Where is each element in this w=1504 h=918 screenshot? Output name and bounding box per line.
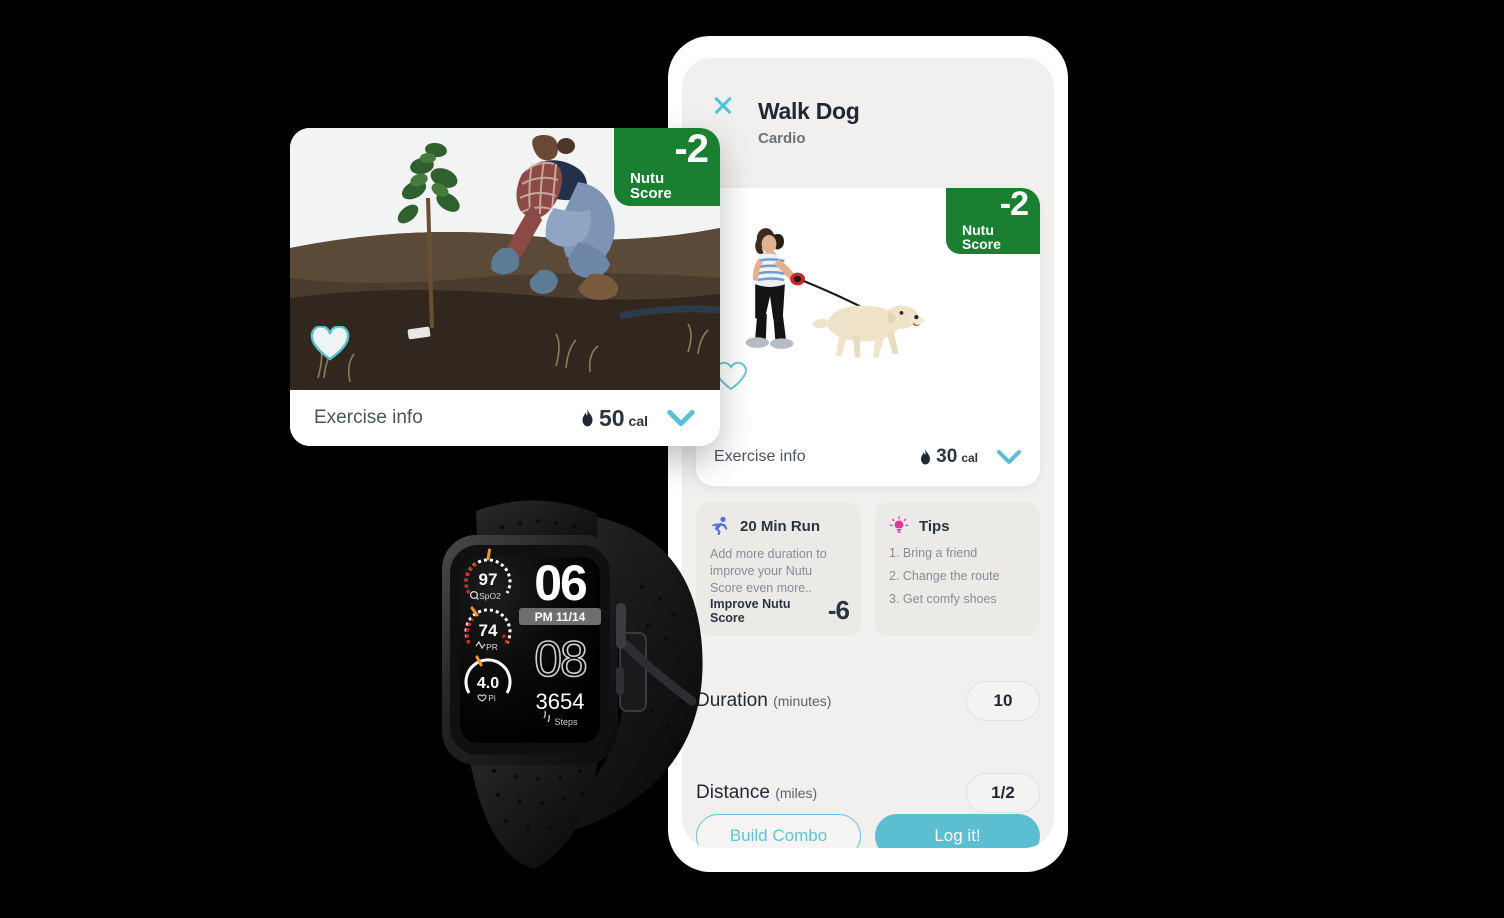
tip-line-2: 2. Change the route	[889, 569, 1000, 583]
svg-text:PR: PR	[486, 642, 498, 652]
smartwatch-render: 97 SpO2 74 PR 4.0 Pi 06 PM 11/14 08 3654…	[442, 500, 703, 869]
improve-score-value: -6	[827, 595, 850, 625]
phone-header: Walk Dog Cardio	[682, 58, 1054, 170]
screenshot-stage: Walk Dog Cardio -2 Nutu Score Exercise i…	[0, 0, 1504, 918]
svg-text:06: 06	[534, 555, 586, 611]
lightbulb-icon	[889, 516, 909, 533]
calorie-value: 30	[936, 446, 958, 467]
svg-text:3654: 3654	[536, 689, 585, 714]
chevron-down-icon[interactable]	[996, 449, 1022, 465]
badge-label: Nutu Score	[630, 170, 672, 202]
nutu-score-badge: -2 Nutu Score	[614, 128, 720, 206]
chevron-down-icon[interactable]	[666, 409, 696, 427]
tip-line-1: 1. Bring a friend	[889, 546, 978, 560]
duration-input[interactable]: 10	[966, 681, 1040, 721]
calorie-value: 50	[598, 404, 625, 431]
duration-unit: (minutes)	[773, 693, 832, 709]
tip-line-3: 3. Get comfy shoes	[889, 592, 997, 606]
tile-title: Tips	[919, 517, 950, 535]
smartwatch-mockup: 97 SpO2 74 PR 4.0 Pi 06 PM 11/14 08 3654…	[390, 475, 760, 895]
svg-text:Pi: Pi	[488, 693, 496, 703]
exercise-card[interactable]: -2 Nutu Score Exercise info 30 cal	[696, 188, 1040, 486]
svg-text:4.0: 4.0	[477, 675, 499, 692]
badge-value: -2	[674, 128, 709, 171]
flame-icon	[921, 448, 931, 464]
tile-tips[interactable]: Tips 1. Bring a friend 2. Change the rou…	[875, 502, 1040, 636]
calorie-readout: 50 cal	[580, 405, 648, 432]
exercise-info-label: Exercise info	[714, 448, 806, 465]
log-it-button[interactable]: Log it!	[875, 814, 1040, 848]
svg-text:Steps: Steps	[554, 717, 578, 727]
heart-filled-icon[interactable]	[310, 326, 350, 362]
close-icon[interactable]	[712, 94, 734, 116]
badge-label: Nutu Score	[962, 222, 1001, 252]
floating-exercise-card[interactable]: -2 Nutu Score Exercise info 50 cal	[290, 128, 720, 446]
svg-text:PM 11/14: PM 11/14	[535, 610, 586, 624]
page-title: Walk Dog	[758, 98, 860, 124]
calorie-readout: 30 cal	[919, 446, 978, 468]
tile-header: Tips	[889, 516, 1026, 536]
svg-text:74: 74	[479, 621, 498, 640]
svg-text:97: 97	[479, 570, 498, 589]
nutu-score-badge: -2 Nutu Score	[946, 188, 1040, 254]
badge-value: -2	[999, 188, 1029, 223]
exercise-info-row[interactable]: Exercise info 50 cal	[290, 390, 720, 446]
flame-icon	[582, 408, 593, 426]
calorie-unit: cal	[628, 412, 648, 429]
distance-unit: (miles)	[775, 785, 818, 801]
calorie-unit: cal	[961, 451, 978, 465]
svg-text:08: 08	[534, 631, 586, 687]
page-subtitle: Cardio	[758, 130, 806, 147]
exercise-photo: -2 Nutu Score	[696, 188, 1040, 428]
svg-text:SpO2: SpO2	[479, 591, 501, 601]
exercise-info-label: Exercise info	[314, 407, 423, 428]
distance-input[interactable]: 1/2	[966, 773, 1040, 813]
tree-planting-photo: -2 Nutu Score	[290, 128, 720, 390]
